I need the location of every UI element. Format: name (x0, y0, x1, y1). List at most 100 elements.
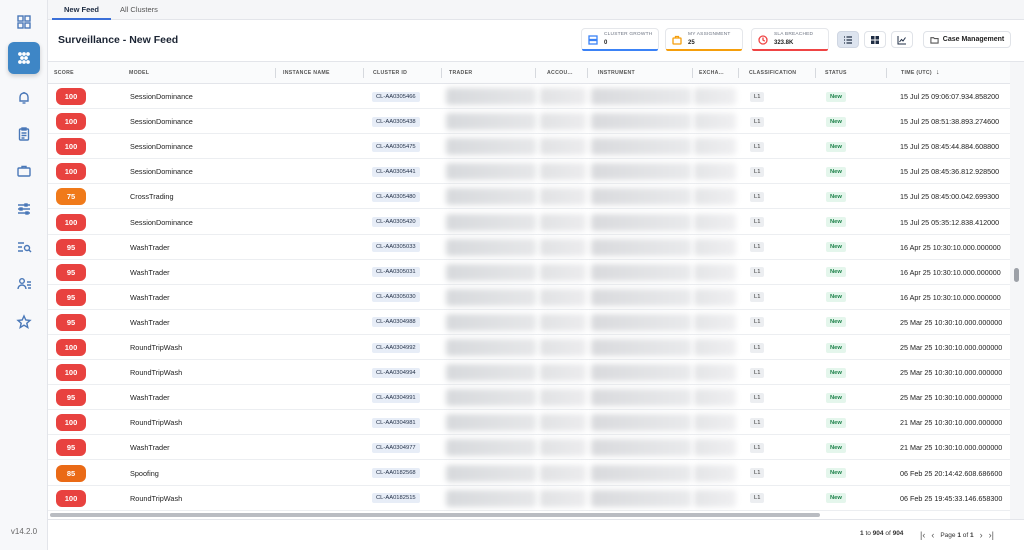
cluster-id-chip[interactable]: CL-AA0182568 (372, 468, 420, 478)
prev-page-icon[interactable]: ‹ (931, 528, 934, 542)
column-divider[interactable] (587, 68, 588, 78)
cluster-id-chip[interactable]: CL-AA0305420 (372, 217, 420, 227)
sla-breached-card[interactable]: SLA BREACHED 323.8K (751, 28, 829, 51)
table-row[interactable]: 95 WashTrader CL-AA0305033 L1 New 16 Apr 25 1… (48, 235, 1010, 260)
column-divider[interactable] (738, 68, 739, 78)
redacted-trader (446, 88, 536, 105)
col-trader[interactable]: TRADER (443, 62, 537, 84)
table-row[interactable]: 75 CrossTrading CL-AA0305480 L1 New 15 Jul 25… (48, 184, 1010, 210)
col-score[interactable]: SCORE (48, 62, 123, 84)
vertical-scrollbar[interactable] (1010, 62, 1024, 519)
model-name: SessionDominance (130, 142, 193, 152)
col-instance-name[interactable]: INSTANCE NAME (277, 62, 365, 84)
range-of: of (885, 530, 891, 537)
cluster-id-chip[interactable]: CL-AA0305466 (372, 91, 420, 102)
column-divider[interactable] (815, 68, 816, 78)
col-status[interactable]: STATUS (819, 62, 885, 84)
status-badge: New (826, 116, 846, 127)
time-utc: 25 Mar 25 10:30:10.000.000000 (900, 317, 1003, 327)
cluster-id-chip[interactable]: CL-AA0304992 (372, 342, 420, 353)
column-divider[interactable] (441, 68, 442, 78)
clipboard-icon[interactable] (10, 120, 38, 148)
next-page-icon[interactable]: › (980, 528, 983, 542)
table-row[interactable]: 95 WashTrader CL-AA0305031 L1 New 16 Apr 25 1… (48, 260, 1010, 285)
table-row[interactable]: 95 WashTrader CL-AA0305030 L1 New 16 Apr 25 1… (48, 285, 1010, 310)
scroll-thumb[interactable] (1014, 268, 1019, 282)
surveillance-icon[interactable] (8, 42, 40, 74)
list-view-button[interactable] (837, 31, 859, 48)
table-row[interactable]: 100 RoundTripWash CL-AA0304992 L1 New 25 Mar … (48, 335, 1010, 360)
cluster-id-chip[interactable]: CL-AA0305031 (372, 267, 420, 278)
status-badge: New (826, 166, 846, 177)
col-time-utc[interactable]: TIME (UTC) ↓ (895, 62, 1010, 84)
bell-icon[interactable] (10, 84, 38, 112)
last-page-icon[interactable]: ›| (989, 528, 994, 542)
table-row[interactable]: 85 Spoofing CL-AA0182568 L1 New 06 Feb 25 20:… (48, 461, 1010, 486)
column-divider[interactable] (535, 68, 536, 78)
scroll-thumb[interactable] (50, 513, 820, 517)
table-row[interactable]: 95 WashTrader CL-AA0304991 L1 New 25 Mar 25 1… (48, 385, 1010, 411)
horizontal-scrollbar[interactable] (48, 512, 1010, 519)
cluster-id-chip[interactable]: CL-AA0305475 (372, 141, 420, 152)
cluster-id-chip[interactable]: CL-AA0304991 (372, 392, 420, 403)
col-cluster-id[interactable]: CLUSTER ID (367, 62, 443, 84)
cluster-id-chip[interactable]: CL-AA0304981 (372, 417, 420, 428)
classification-chip: L1 (750, 342, 765, 353)
table-row[interactable]: 95 WashTrader CL-AA0304977 L1 New 21 Mar 25 1… (48, 435, 1010, 461)
sort-desc-icon[interactable]: ↓ (936, 62, 940, 84)
cluster-id-chip[interactable]: CL-AA0305030 (372, 292, 420, 303)
model-name: WashTrader (130, 242, 170, 252)
table-row[interactable]: 95 WashTrader CL-AA0304988 L1 New 25 Mar 25 1… (48, 310, 1010, 335)
column-divider[interactable] (275, 68, 276, 78)
user-list-icon[interactable] (10, 270, 38, 298)
cluster-id-chip[interactable]: CL-AA0305438 (372, 116, 420, 127)
time-utc: 15 Jul 25 08:45:00.042.699300 (900, 192, 1000, 202)
redacted-exchange (694, 113, 736, 131)
cluster-id-chip[interactable]: CL-AA0304977 (372, 442, 420, 453)
redacted-exchange (694, 489, 736, 507)
redacted-account (540, 364, 586, 382)
case-management-button[interactable]: Case Management (923, 31, 1011, 48)
table-row[interactable]: 100 SessionDominance CL-AA0305441 L1 New 15 J… (48, 159, 1010, 185)
table-row[interactable]: 100 RoundTripWash CL-AA0304994 L1 New 25 Mar … (48, 360, 1010, 386)
col-classification[interactable]: CLASSIFICATION (743, 62, 819, 84)
redacted-instrument (591, 188, 691, 206)
cluster-growth-card[interactable]: CLUSTER GROWTH 0 (581, 28, 659, 51)
table-row[interactable]: 100 SessionDominance CL-AA0305420 L1 New 15 J… (48, 210, 1010, 235)
search-list-icon[interactable] (10, 233, 38, 261)
cluster-id-chip[interactable]: CL-AA0305480 (372, 191, 420, 202)
redacted-trader (446, 364, 536, 382)
cluster-id-chip[interactable]: CL-AA0305033 (372, 242, 420, 253)
column-divider[interactable] (363, 68, 364, 78)
table-row[interactable]: 100 RoundTripWash CL-AA0304981 L1 New 21 Mar … (48, 410, 1010, 436)
dashboard-icon[interactable] (10, 8, 38, 36)
col-model[interactable]: MODEL (123, 62, 277, 84)
my-assignment-card[interactable]: MY ASSIGNMENT 25 (665, 28, 743, 51)
score-badge: 95 (56, 313, 86, 331)
cluster-id-chip[interactable]: CL-AA0304994 (372, 367, 420, 378)
table-row[interactable]: 100 SessionDominance CL-AA0305466 L1 New 15 J… (48, 84, 1010, 109)
table-row[interactable]: 100 SessionDominance CL-AA0305475 L1 New 15 J… (48, 134, 1010, 160)
col-account[interactable]: ACCOU... (541, 62, 591, 84)
chart-view-button[interactable] (891, 31, 913, 48)
briefcase-icon[interactable] (10, 157, 38, 185)
star-icon[interactable] (10, 308, 38, 336)
time-utc: 25 Mar 25 10:30:10.000.000000 (900, 368, 1003, 378)
cluster-id-chip[interactable]: CL-AA0304988 (372, 317, 420, 328)
table-header: SCORE MODEL INSTANCE NAME CLUSTER ID TRA… (48, 62, 1010, 84)
col-exchange[interactable]: EXCHA... (693, 62, 739, 84)
table-row[interactable]: 100 SessionDominance CL-AA0305438 L1 New 15 J… (48, 109, 1010, 135)
cluster-id-chip[interactable]: CL-AA0305441 (372, 166, 420, 177)
first-page-icon[interactable]: |‹ (920, 528, 925, 542)
column-divider[interactable] (886, 68, 887, 78)
cluster-id-chip[interactable]: CL-AA0182515 (372, 493, 420, 504)
table-row[interactable]: 100 RoundTripWash CL-AA0182515 L1 New 06 Feb … (48, 486, 1010, 511)
page-indicator: Page 1 of 1 (940, 532, 973, 539)
tab-new-feed[interactable]: New Feed (52, 0, 112, 20)
grid-view-button[interactable] (864, 31, 886, 48)
tab-all-clusters[interactable]: All Clusters (108, 0, 170, 20)
redacted-trader (446, 238, 536, 256)
col-instrument[interactable]: INSTRUMENT (592, 62, 697, 84)
model-name: WashTrader (130, 267, 170, 277)
sliders-icon[interactable] (10, 195, 38, 223)
